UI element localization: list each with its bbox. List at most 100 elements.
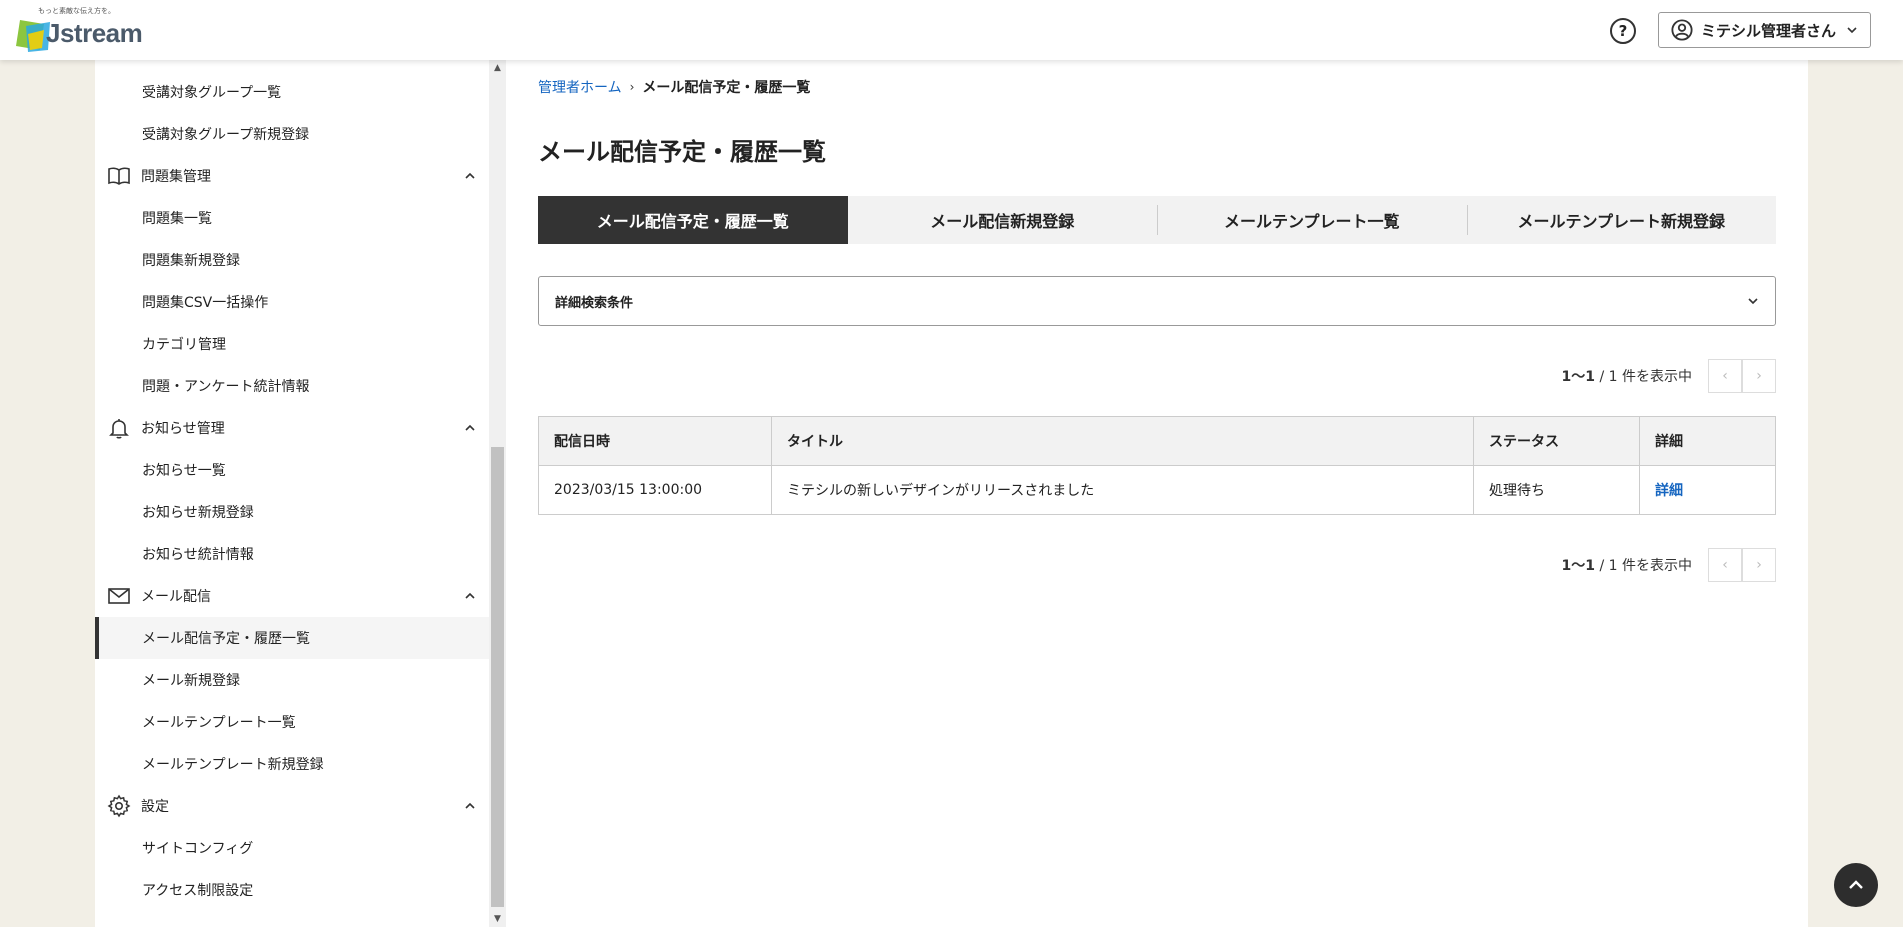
table-row: 2023/03/15 13:00:00 ミテシルの新しいデザインがリリースされま… bbox=[538, 465, 1776, 515]
sidebar-group-label: お知らせ管理 bbox=[141, 421, 225, 437]
cell-date: 2023/03/15 13:00:00 bbox=[538, 465, 772, 515]
sidebar-item-question-set-new[interactable]: 問題集新規登録 bbox=[95, 239, 489, 281]
scrollbar-thumb[interactable] bbox=[491, 447, 504, 907]
chevron-down-icon bbox=[1847, 27, 1857, 34]
tab-mail-template-new[interactable]: メールテンプレート新規登録 bbox=[1466, 196, 1777, 244]
chevron-right-icon: › bbox=[629, 80, 635, 94]
sidebar-group-label: 問題集管理 bbox=[141, 169, 211, 185]
sidebar-group-mail[interactable]: メール配信 bbox=[95, 575, 489, 617]
gear-icon bbox=[107, 794, 131, 818]
sidebar-item-category-management[interactable]: カテゴリ管理 bbox=[95, 323, 489, 365]
sidebar-item-notice-statistics[interactable]: お知らせ統計情報 bbox=[95, 533, 489, 575]
sidebar-item-label: カテゴリ管理 bbox=[142, 337, 226, 353]
advanced-search-toggle[interactable]: 詳細検索条件 bbox=[538, 276, 1776, 326]
result-count: 1〜1 / 1 件を表示中 bbox=[1562, 555, 1692, 575]
result-suffix: / 1 件を表示中 bbox=[1595, 369, 1692, 385]
main-content: 管理者ホーム › メール配信予定・履歴一覧 メール配信予定・履歴一覧 メール配信… bbox=[506, 60, 1808, 927]
help-icon[interactable]: ? bbox=[1610, 18, 1636, 44]
pagination-bottom: 1〜1 / 1 件を表示中 ‹ › bbox=[1562, 548, 1776, 582]
cell-detail: 詳細 bbox=[1639, 465, 1776, 515]
sidebar-group-question-sets[interactable]: 問題集管理 bbox=[95, 155, 489, 197]
cell-status: 処理待ち bbox=[1473, 465, 1640, 515]
mail-history-table: 配信日時 タイトル ステータス 詳細 2023/03/15 13:00:00 ミ… bbox=[538, 416, 1776, 515]
scroll-down-icon[interactable]: ▼ bbox=[489, 911, 506, 927]
sidebar-item-question-set-csv[interactable]: 問題集CSV一括操作 bbox=[95, 281, 489, 323]
top-header: もっと素敵な伝え方を。 Jstream ? ミテシル管理者さん bbox=[0, 0, 1903, 60]
chevron-up-icon bbox=[465, 592, 475, 599]
chevron-up-icon bbox=[465, 424, 475, 431]
sidebar-item-label: お知らせ統計情報 bbox=[142, 547, 254, 563]
sidebar-item-target-group-list[interactable]: 受講対象グループ一覧 bbox=[95, 71, 489, 113]
sidebar-group-label: 設定 bbox=[141, 799, 169, 815]
prev-page-button[interactable]: ‹ bbox=[1708, 548, 1742, 582]
tab-bar: メール配信予定・履歴一覧 メール配信新規登録 メールテンプレート一覧 メールテン… bbox=[538, 196, 1776, 244]
breadcrumb-current: メール配信予定・履歴一覧 bbox=[642, 80, 811, 96]
sidebar-item-question-set-list[interactable]: 問題集一覧 bbox=[95, 197, 489, 239]
pagination-top: 1〜1 / 1 件を表示中 ‹ › bbox=[1562, 359, 1776, 393]
sidebar-item-access-restriction[interactable]: アクセス制限設定 bbox=[95, 869, 489, 911]
sidebar-item-label: お知らせ一覧 bbox=[142, 463, 226, 479]
chevron-up-icon bbox=[465, 802, 475, 809]
chevron-down-icon bbox=[1748, 298, 1758, 305]
sidebar-item-mail-template-new[interactable]: メールテンプレート新規登録 bbox=[95, 743, 489, 785]
sidebar-item-notice-list[interactable]: お知らせ一覧 bbox=[95, 449, 489, 491]
sidebar-group-notices[interactable]: お知らせ管理 bbox=[95, 407, 489, 449]
sidebar-item-label: 受講対象グループ新規登録 bbox=[142, 127, 310, 143]
page-title: メール配信予定・履歴一覧 bbox=[538, 138, 826, 166]
next-page-button[interactable]: › bbox=[1742, 359, 1776, 393]
sidebar-item-target-group-new[interactable]: 受講対象グループ新規登録 bbox=[95, 113, 489, 155]
cell-title: ミテシルの新しいデザインがリリースされました bbox=[771, 465, 1474, 515]
result-range: 1〜1 bbox=[1561, 369, 1596, 385]
sidebar-item-label: メール配信予定・履歴一覧 bbox=[142, 631, 310, 647]
next-page-button[interactable]: › bbox=[1742, 548, 1776, 582]
prev-page-button[interactable]: ‹ bbox=[1708, 359, 1742, 393]
column-header-detail: 詳細 bbox=[1639, 416, 1776, 466]
sidebar-item-label: アクセス制限設定 bbox=[142, 883, 254, 899]
logo-tagline: もっと素敵な伝え方を。 bbox=[38, 7, 115, 15]
user-avatar-icon bbox=[1671, 19, 1693, 41]
book-icon bbox=[107, 164, 131, 188]
sidebar-item-label: メール新規登録 bbox=[142, 673, 240, 689]
breadcrumb: 管理者ホーム › メール配信予定・履歴一覧 bbox=[538, 77, 810, 97]
sidebar-item-label: 問題・アンケート統計情報 bbox=[142, 379, 310, 395]
sidebar-item-mail-template-list[interactable]: メールテンプレート一覧 bbox=[95, 701, 489, 743]
column-header-title[interactable]: タイトル bbox=[771, 416, 1474, 466]
bell-icon bbox=[107, 416, 131, 440]
user-name: ミテシル管理者さん bbox=[1701, 21, 1837, 40]
breadcrumb-home-link[interactable]: 管理者ホーム bbox=[538, 77, 622, 97]
sidebar-item-site-config[interactable]: サイトコンフィグ bbox=[95, 827, 489, 869]
sidebar-item-label: 問題集一覧 bbox=[142, 211, 212, 227]
sidebar-item-label: 問題集新規登録 bbox=[142, 253, 240, 269]
sidebar-item-mail-new[interactable]: メール新規登録 bbox=[95, 659, 489, 701]
tab-mail-schedule-history[interactable]: メール配信予定・履歴一覧 bbox=[538, 196, 848, 244]
sidebar-item-label: お知らせ新規登録 bbox=[142, 505, 254, 521]
chevron-up-icon bbox=[465, 172, 475, 179]
tab-mail-template-list[interactable]: メールテンプレート一覧 bbox=[1157, 196, 1467, 244]
tab-mail-new[interactable]: メール配信新規登録 bbox=[848, 196, 1158, 244]
sidebar-group-settings[interactable]: 設定 bbox=[95, 785, 489, 827]
sidebar-item-label: メールテンプレート新規登録 bbox=[142, 757, 324, 773]
result-range: 1〜1 bbox=[1561, 558, 1596, 574]
sidebar-scrollbar[interactable]: ▲ ▼ bbox=[489, 60, 506, 927]
detail-link[interactable]: 詳細 bbox=[1655, 483, 1683, 499]
back-to-top-button[interactable] bbox=[1834, 863, 1878, 907]
scroll-up-icon[interactable]: ▲ bbox=[489, 60, 506, 76]
sidebar-item-mail-schedule-history[interactable]: メール配信予定・履歴一覧 bbox=[95, 617, 489, 659]
logo-text: Jstream bbox=[46, 18, 143, 48]
sidebar-item-notice-new[interactable]: お知らせ新規登録 bbox=[95, 491, 489, 533]
sidebar-item-label: メールテンプレート一覧 bbox=[142, 715, 296, 731]
sidebar-item-question-statistics[interactable]: 問題・アンケート統計情報 bbox=[95, 365, 489, 407]
sidebar-item-label: サイトコンフィグ bbox=[142, 841, 254, 857]
advanced-search-label: 詳細検索条件 bbox=[555, 295, 634, 311]
sidebar-item-label: 受講対象グループ一覧 bbox=[142, 85, 282, 101]
jstream-logo[interactable]: もっと素敵な伝え方を。 Jstream bbox=[14, 6, 143, 54]
user-menu-button[interactable]: ミテシル管理者さん bbox=[1658, 12, 1871, 48]
sidebar-nav: 受講対象グループ一覧 受講対象グループ新規登録 問題集管理 問題集一覧 問題集新… bbox=[95, 60, 489, 927]
column-header-status[interactable]: ステータス bbox=[1473, 416, 1640, 466]
chevron-up-icon bbox=[1849, 880, 1863, 889]
result-count: 1〜1 / 1 件を表示中 bbox=[1562, 366, 1692, 386]
sidebar-item-label: 問題集CSV一括操作 bbox=[142, 295, 269, 311]
table-header-row: 配信日時 タイトル ステータス 詳細 bbox=[538, 416, 1776, 466]
column-header-date[interactable]: 配信日時 bbox=[538, 416, 772, 466]
result-suffix: / 1 件を表示中 bbox=[1595, 558, 1692, 574]
